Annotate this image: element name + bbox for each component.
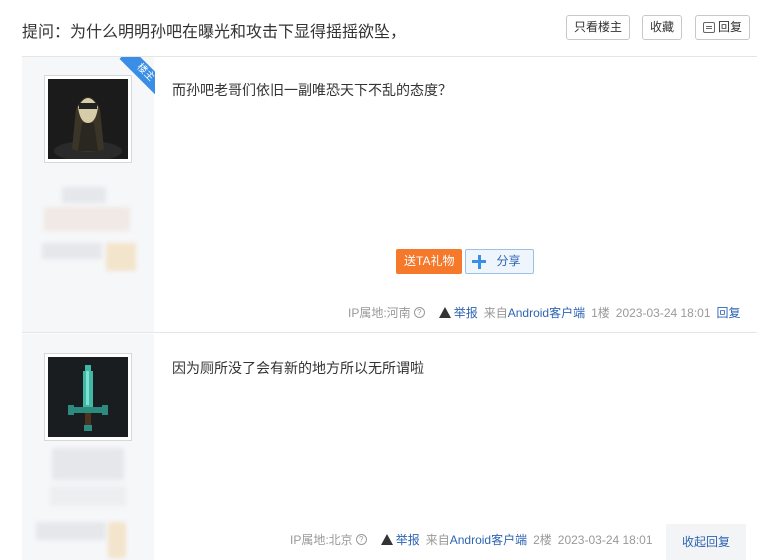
share-plus-icon [472,254,487,269]
medal-blurred [108,522,126,558]
reply-button[interactable]: 回复 [695,15,751,40]
post-meta: IP属地:河南 ? 举报 来自Android客户端 1楼 2023-03-24 … [348,304,741,321]
title-blurred [42,243,102,259]
client-link[interactable]: Android客户端 [508,306,585,320]
favorite-button[interactable]: 收藏 [642,15,683,40]
share-button[interactable]: 分享 [465,249,535,274]
report-link[interactable]: 举报 [396,531,420,548]
post-floor-1: 楼主 而孙吧老哥们依旧一副唯恐天下不乱的态度？ 送TA礼物 分享 IP属地:河南… [22,57,757,333]
share-label: 分享 [496,254,521,268]
thread-header: 提问：为什么明明孙吧在曝光和攻击下显得摇摇欲坠， 只看楼主 收藏 回复 [0,0,757,56]
username-blurred [62,187,106,203]
post-time: 2023-03-24 18:01 [615,305,711,320]
post-content: 而孙吧老哥们依旧一副唯恐天下不乱的态度？ [172,82,452,98]
report-link[interactable]: 举报 [454,304,478,321]
title-blurred [36,522,106,540]
gift-share-bar: 送TA礼物 分享 [396,249,535,274]
post-time: 2023-03-24 18:01 [557,532,653,547]
floor-number: 1楼 [591,306,610,320]
reply-icon [703,22,715,33]
author-sidebar: 楼主 [22,57,155,332]
only-op-button[interactable]: 只看楼主 [566,15,631,40]
post-content: 因为厕所没了会有新的地方所以无所谓啦 [172,360,424,376]
warning-icon [380,534,393,545]
diamond-sword-icon [48,357,128,437]
send-gift-button[interactable]: 送TA礼物 [396,249,463,274]
op-badge: 楼主 [115,57,155,97]
ip-location: IP属地:北京 [290,533,353,547]
thread-title: 提问：为什么明明孙吧在曝光和攻击下显得摇摇欲坠， [22,24,407,41]
post-meta: IP属地:北京 ? 举报 来自Android客户端 2楼 2023-03-24 … [290,531,653,548]
help-circle-icon[interactable]: ? [413,307,425,318]
username-blurred [52,448,124,480]
avatar[interactable] [44,353,132,441]
medal-blurred [106,243,136,271]
level-blurred [50,486,126,506]
client-link[interactable]: Android客户端 [450,533,527,547]
reply-button-label: 回复 [718,20,743,34]
level-blurred [44,207,130,231]
collapse-replies-button[interactable]: 收起回复 [666,524,746,560]
author-sidebar [22,334,154,560]
post-floor-2: 因为厕所没了会有新的地方所以无所谓啦 IP属地:北京 ? 举报 来自Androi… [22,334,757,560]
help-circle-icon[interactable]: ? [355,534,367,545]
client-source: 来自Android客户端 [483,306,586,320]
post-reply-link[interactable]: 回复 [717,304,741,321]
ip-location: IP属地:河南 [348,306,411,320]
warning-icon [438,307,451,318]
client-source: 来自Android客户端 [425,533,528,547]
floor-number: 2楼 [533,533,552,547]
